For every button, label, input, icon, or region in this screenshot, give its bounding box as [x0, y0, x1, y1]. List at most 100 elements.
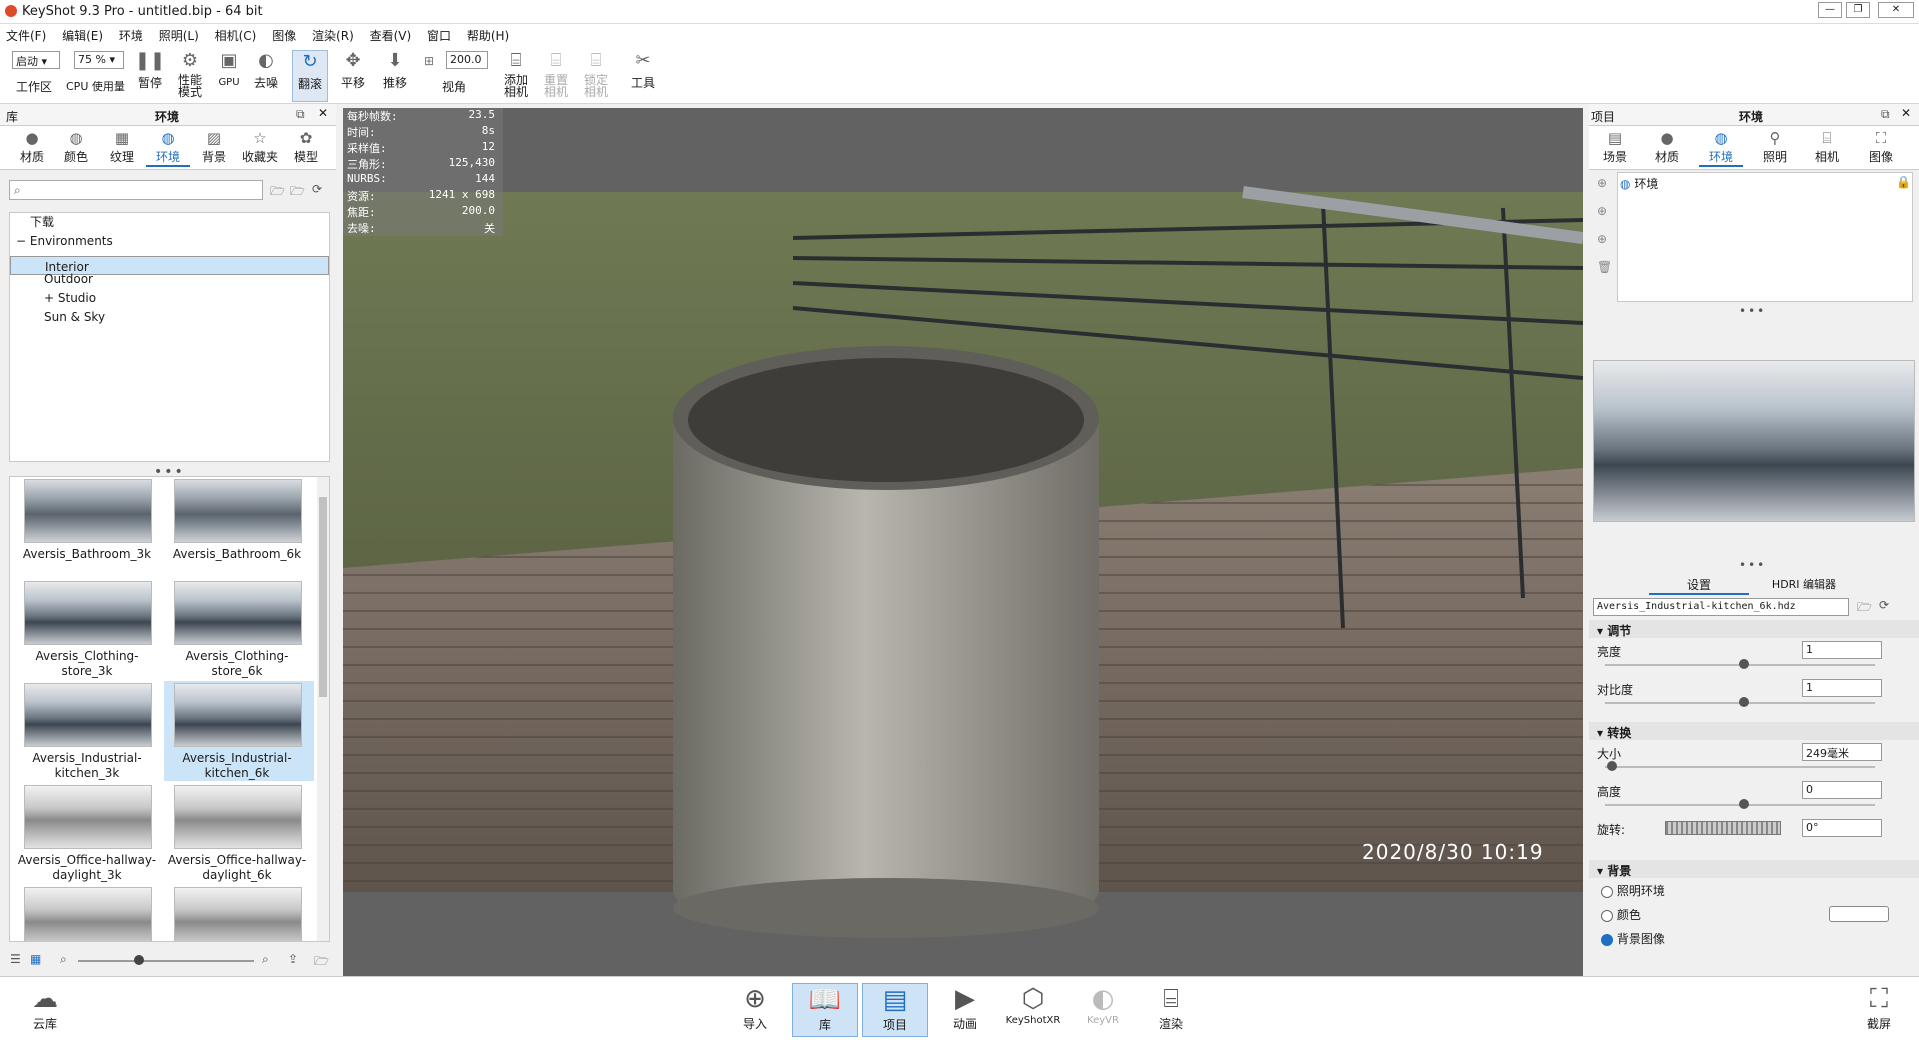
close-panel-icon[interactable]: ✕	[1901, 106, 1911, 120]
section-background[interactable]: ▾ 背景	[1589, 860, 1919, 878]
tree-item[interactable]: + Studio	[10, 289, 329, 308]
grid-view-icon[interactable]: ▦	[30, 952, 41, 966]
environment-thumbnail[interactable]	[24, 785, 152, 849]
duplicate-environment-icon[interactable]: ⊕	[1597, 204, 1607, 218]
delete-trash-icon[interactable]: 🗑	[1597, 260, 1612, 274]
zoom-out-icon[interactable]: ⌕	[60, 952, 67, 967]
environment-thumbnail[interactable]	[174, 785, 302, 849]
keyvr-button[interactable]: ◐ KeyVR	[1070, 983, 1136, 1037]
folder-add-icon[interactable]: 🗁	[290, 182, 305, 203]
library-button[interactable]: 📖 库	[792, 983, 858, 1037]
background-option-image[interactable]: 背景图像	[1601, 930, 1665, 947]
render-button[interactable]: ⌸ 渲染	[1138, 983, 1204, 1037]
brightness-knob[interactable]	[1739, 659, 1749, 669]
keyshotxr-button[interactable]: ⬡ KeyShotXR	[1000, 983, 1066, 1037]
contrast-knob[interactable]	[1739, 697, 1749, 707]
folder-icon[interactable]: 🗁	[270, 182, 285, 203]
tree-item[interactable]: Sun & Sky	[10, 308, 329, 327]
menu-edit[interactable]: 编辑(E)	[56, 24, 109, 47]
tab-scene[interactable]: ▤ 场景	[1593, 129, 1637, 165]
minimize-button[interactable]: —	[1818, 2, 1842, 18]
tab-textures[interactable]: ▦ 纹理	[100, 129, 144, 165]
pan-button[interactable]: ✥ 平移	[336, 50, 370, 102]
menu-view[interactable]: 查看(V)	[364, 24, 418, 47]
menu-lighting[interactable]: 照明(L)	[153, 24, 205, 47]
cloud-library-button[interactable]: ☁ 云库	[12, 983, 78, 1037]
list-item[interactable]: ◍ 环境 🔒	[1620, 175, 1911, 193]
background-option-lighting[interactable]: 照明环境	[1601, 882, 1665, 899]
dolly-button[interactable]: ⬇ 推移	[378, 50, 412, 102]
maximize-button[interactable]: ❐	[1846, 2, 1870, 18]
environment-thumbnail[interactable]	[24, 479, 152, 543]
import-button[interactable]: ⊕ 导入	[722, 983, 788, 1037]
tools-button[interactable]: ✂ 工具	[626, 50, 660, 102]
reload-icon[interactable]: ⟳	[1879, 598, 1889, 612]
splitter-handle[interactable]: •••	[1739, 558, 1766, 572]
rotation-input[interactable]: 0°	[1802, 819, 1882, 837]
tab-materials[interactable]: ● 材质	[10, 129, 54, 165]
slider-knob[interactable]	[134, 955, 144, 965]
denoise-button[interactable]: ◐ 去噪	[250, 50, 282, 102]
lock-camera-button[interactable]: ⌸ 锁定 相机	[580, 50, 612, 102]
render-viewport[interactable]: 每秒帧数: 23.5 时间: 8s 采样值: 12 三角形: 125,430 NURBS: 144…	[343, 108, 1583, 976]
section-transform[interactable]: ▾ 转换	[1589, 722, 1919, 740]
size-input[interactable]: 249毫米	[1802, 743, 1882, 761]
background-color-swatch[interactable]	[1829, 906, 1889, 922]
refresh-icon[interactable]: ⟳	[312, 182, 322, 196]
tab-environments[interactable]: ◍ 环境	[146, 129, 190, 167]
tree-item[interactable]: Outdoor	[10, 270, 329, 289]
size-slider[interactable]	[1605, 766, 1875, 768]
close-panel-icon[interactable]: ✕	[318, 106, 328, 120]
import-folder-icon[interactable]: 🗁	[314, 952, 329, 973]
tab-colors[interactable]: ◍ 颜色	[54, 129, 98, 165]
radio-button[interactable]	[1601, 885, 1613, 898]
section-adjust[interactable]: ▾ 调节	[1589, 620, 1919, 638]
environment-thumbnail[interactable]	[24, 683, 152, 747]
lock-icon[interactable]: 🔒	[1896, 175, 1911, 189]
tab-image[interactable]: ⛶ 图像	[1859, 129, 1903, 165]
scrollbar-thumb[interactable]	[319, 497, 327, 697]
menu-file[interactable]: 文件(F)	[0, 24, 52, 47]
gpu-button[interactable]: ▣ GPU	[214, 50, 244, 102]
environment-thumbnail[interactable]	[174, 887, 302, 941]
environment-thumbnail[interactable]	[174, 479, 302, 543]
menu-image[interactable]: 图像	[266, 24, 302, 47]
subtab-settings[interactable]: 设置	[1649, 576, 1749, 595]
brightness-input[interactable]: 1	[1802, 641, 1882, 659]
height-input[interactable]: 0	[1802, 781, 1882, 799]
expand-toggle-icon[interactable]: +	[44, 291, 58, 305]
add-environment-icon[interactable]: ⊕	[1597, 176, 1607, 190]
tab-favorites[interactable]: ☆ 收藏夹	[238, 129, 282, 165]
splitter-handle[interactable]: •••	[1739, 304, 1766, 318]
subtab-hdri-editor[interactable]: HDRI 编辑器	[1749, 576, 1859, 592]
hdri-preview[interactable]	[1593, 360, 1915, 522]
tumble-button[interactable]: ↻ 翻滚	[292, 50, 328, 102]
workspace-select[interactable]: 启动 ▾	[12, 51, 60, 69]
undock-icon[interactable]: ⧉	[1881, 107, 1890, 122]
list-view-icon[interactable]: ☰	[10, 952, 21, 966]
animation-button[interactable]: ▶ 动画	[932, 983, 998, 1037]
performance-mode-button[interactable]: ⚙ 性能 模式	[174, 50, 206, 102]
menu-help[interactable]: 帮助(H)	[461, 24, 515, 47]
tab-models[interactable]: ✿ 模型	[284, 129, 328, 165]
hdri-file-field[interactable]: Aversis_Industrial-kitchen_6k.hdz	[1593, 598, 1849, 616]
cpu-usage-select[interactable]: 75 % ▾	[74, 51, 124, 69]
pause-button[interactable]: ❚❚ 暂停	[134, 50, 166, 102]
tab-backplates[interactable]: ▨ 背景	[192, 129, 236, 165]
fov-input[interactable]: 200.0	[446, 51, 488, 69]
reset-camera-button[interactable]: ⌸ 重置 相机	[540, 50, 572, 102]
open-folder-icon[interactable]: 🗁	[1857, 598, 1872, 619]
tab-lighting[interactable]: ⚲ 照明	[1753, 129, 1797, 165]
menu-environment[interactable]: 环境	[113, 24, 149, 47]
tab-environment[interactable]: ◍ 环境	[1699, 129, 1743, 167]
expand-toggle-icon[interactable]: −	[16, 234, 30, 248]
rotation-dial[interactable]	[1665, 821, 1781, 835]
screenshot-button[interactable]: ⛶ 截屏	[1846, 983, 1912, 1037]
zoom-in-icon[interactable]: ⌕	[262, 952, 269, 967]
radio-button-selected[interactable]	[1601, 933, 1613, 946]
environment-thumbnail[interactable]	[24, 581, 152, 645]
background-option-color[interactable]: 颜色	[1601, 906, 1641, 923]
contrast-input[interactable]: 1	[1802, 679, 1882, 697]
environment-thumbnail[interactable]	[174, 581, 302, 645]
close-window-button[interactable]: ✕	[1878, 2, 1914, 18]
